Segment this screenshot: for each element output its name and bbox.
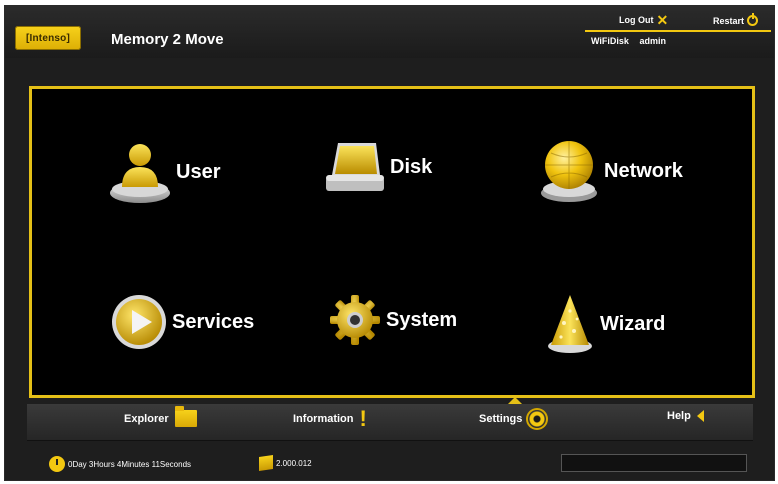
tile-services[interactable]: Services bbox=[110, 293, 254, 351]
nav-help-label: Help bbox=[667, 410, 691, 422]
exclamation-icon: ! bbox=[359, 406, 367, 431]
top-links: Log Out ✕ Restart WiFiDisk admin bbox=[585, 12, 771, 50]
active-tab-indicator bbox=[508, 397, 522, 404]
tile-services-label: Services bbox=[172, 310, 255, 333]
wizard-hat-icon bbox=[548, 295, 592, 353]
status-message-field bbox=[561, 454, 747, 472]
restart-link[interactable]: Restart bbox=[713, 13, 759, 26]
tile-network[interactable]: Network bbox=[538, 137, 683, 205]
device-name: WiFiDisk bbox=[591, 36, 629, 46]
nav-information[interactable]: Information ! bbox=[293, 406, 367, 431]
uptime-text: 0Day 3Hours 4Minutes 11Seconds bbox=[68, 459, 192, 469]
logout-label: Log Out bbox=[619, 15, 654, 25]
arrow-left-icon bbox=[696, 410, 704, 422]
version-text: 2.000.012 bbox=[276, 458, 312, 468]
app-title: Memory 2 Move bbox=[111, 31, 224, 48]
gear-icon bbox=[330, 295, 380, 345]
logout-link[interactable]: Log Out ✕ bbox=[619, 12, 669, 28]
close-x-icon: ✕ bbox=[656, 12, 669, 28]
tile-wizard[interactable]: Wizard bbox=[544, 293, 665, 355]
nav-explorer-label: Explorer bbox=[124, 412, 169, 425]
tile-user[interactable]: User bbox=[108, 137, 220, 207]
settings-panel: User Disk Network Services System Wizard bbox=[29, 86, 755, 398]
user-info: WiFiDisk admin bbox=[591, 36, 674, 46]
nav-settings-label: Settings bbox=[479, 413, 523, 425]
version-display: 2.000.012 bbox=[259, 455, 312, 471]
tile-system-label: System bbox=[386, 308, 458, 331]
tile-user-label: User bbox=[176, 160, 221, 183]
logo-text: [Intenso] bbox=[25, 32, 71, 44]
network-globe-icon bbox=[541, 141, 597, 202]
uptime-display: 0Day 3Hours 4Minutes 11Seconds bbox=[49, 456, 191, 472]
nav-explorer[interactable]: Explorer bbox=[124, 406, 197, 427]
restart-label: Restart bbox=[713, 15, 745, 26]
nav-information-label: Information bbox=[293, 413, 354, 425]
play-icon bbox=[112, 295, 166, 349]
header-bar: [Intenso] Memory 2 Move Log Out ✕ Restar… bbox=[5, 6, 774, 58]
username: admin bbox=[639, 36, 666, 46]
tile-disk-label: Disk bbox=[390, 155, 433, 178]
tile-disk[interactable]: Disk bbox=[324, 137, 432, 197]
package-icon bbox=[259, 455, 273, 471]
nav-settings[interactable]: Settings bbox=[479, 410, 547, 428]
nav-help[interactable]: Help bbox=[667, 410, 704, 422]
status-bar: 0Day 3Hours 4Minutes 11Seconds 2.000.012 bbox=[5, 450, 774, 480]
tile-wizard-label: Wizard bbox=[600, 312, 666, 335]
tile-system[interactable]: System bbox=[328, 293, 457, 347]
user-icon bbox=[110, 144, 170, 203]
bottom-nav: Explorer Information ! Settings Help bbox=[27, 397, 753, 441]
header-divider bbox=[585, 30, 771, 32]
disk-icon bbox=[326, 143, 384, 191]
intenso-logo: [Intenso] bbox=[15, 26, 81, 50]
clock-icon bbox=[49, 456, 65, 472]
folder-icon bbox=[174, 406, 197, 427]
power-icon bbox=[747, 13, 759, 26]
app-window: [Intenso] Memory 2 Move Log Out ✕ Restar… bbox=[4, 5, 775, 481]
tile-network-label: Network bbox=[604, 159, 683, 182]
settings-gear-icon bbox=[528, 410, 547, 428]
